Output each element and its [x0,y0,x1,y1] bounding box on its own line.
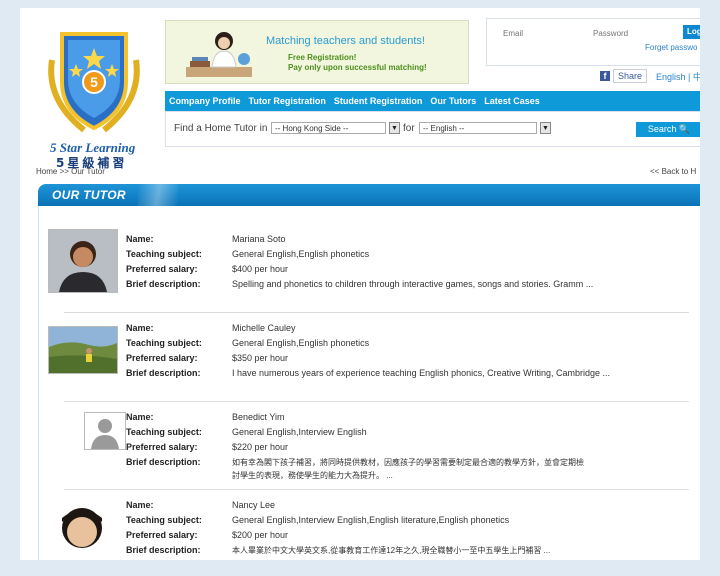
nav-our-tutors[interactable]: Our Tutors [426,96,480,106]
subject-dropdown-arrow-icon[interactable]: ▼ [540,122,551,134]
nav-student-registration[interactable]: Student Registration [330,96,427,106]
banner-pay-upon-matching: Pay only upon successful matching! [288,63,427,72]
subject-label: Teaching subject: [126,338,202,348]
name-label: Name: [126,412,154,422]
search-button[interactable]: Search 🔍 [636,122,700,137]
name-label: Name: [126,323,154,333]
language-switch[interactable]: English | 中 [656,70,700,83]
region-dropdown-arrow-icon[interactable]: ▼ [389,122,400,134]
tutor-salary: $200 per hour [232,530,289,540]
main-navigation: Company Profile Tutor Registration Stude… [165,91,700,111]
tutor-description: I have numerous years of experience teac… [232,368,611,378]
student-illustration-icon [186,32,252,77]
description-label: Brief description: [126,457,201,467]
login-box: Log Forget passwo [486,18,700,66]
section-header: OUR TUTOR [38,184,700,206]
row-divider [64,489,689,490]
search-icon: 🔍 [678,124,691,134]
description-label: Brief description: [126,545,201,555]
salary-label: Preferred salary: [126,530,198,540]
section-title: OUR TUTOR [52,188,126,202]
tutor-photo[interactable] [48,500,116,560]
back-link[interactable]: << Back to H [650,167,696,176]
tutor-name[interactable]: Benedict Yim [232,412,285,422]
tutor-name[interactable]: Nancy Lee [232,500,275,510]
tutor-description: 本人畢業於中文大學英文系,從事教育工作達12年之久,現全職替小一至中五學生上門補… [232,546,551,555]
search-for-label: for [403,123,415,134]
nav-tutor-registration[interactable]: Tutor Registration [245,96,330,106]
tutor-photo-placeholder[interactable] [84,412,126,450]
tutor-description: 如有幸為閣下孩子補習，將同時提供教材，因應孩子的學習需要制定最合適的教學方針，並… [232,458,584,467]
breadcrumb[interactable]: Home >> Our Tutor [36,167,105,176]
tutor-description-line2: 討學生的表現，務使學生的能力大為提升。 ... [232,471,393,480]
description-label: Brief description: [126,279,201,289]
default-avatar-icon [85,413,125,449]
subject-label: Teaching subject: [126,427,202,437]
search-button-label: Search [647,124,677,134]
tutor-salary: $350 per hour [232,353,289,363]
promo-banner[interactable]: Matching teachers and students! Free Reg… [165,20,469,84]
shield-logo-icon: 5 [48,32,140,133]
row-divider [64,401,689,402]
facebook-icon: f [600,71,610,81]
tutor-name[interactable]: Michelle Cauley [232,323,296,333]
banner-title: Matching teachers and students! [266,35,425,47]
tutor-name[interactable]: Mariana Soto [232,234,286,244]
description-label: Brief description: [126,368,201,378]
site-logo[interactable]: 5 5 Star Learning 5星級補習 [34,16,144,170]
subject-label: Teaching subject: [126,249,202,259]
nav-company-profile[interactable]: Company Profile [165,96,245,106]
tutor-salary: $220 per hour [232,442,289,452]
facebook-share[interactable]: f Share [600,69,648,83]
tutor-subject: General English,Interview English [232,427,367,437]
logo-badge-text: 5 [90,74,98,90]
salary-label: Preferred salary: [126,442,198,452]
tutor-salary: $400 per hour [232,264,289,274]
salary-label: Preferred salary: [126,264,198,274]
email-input[interactable] [503,27,583,39]
share-label: Share [613,69,648,83]
tutor-photo[interactable] [48,326,118,374]
salary-label: Preferred salary: [126,353,198,363]
row-divider [64,312,689,313]
nav-latest-cases[interactable]: Latest Cases [480,96,544,106]
page-frame: 5 5 Star Learning 5星級補習 Matching teacher… [20,8,700,560]
forgot-password-link[interactable]: Forget passwo [645,43,697,52]
password-input[interactable] [593,27,669,39]
tutor-photo[interactable] [48,229,118,293]
subject-select[interactable]: -- English -- [419,122,537,134]
tutor-subject: General English,Interview English,Englis… [232,515,510,525]
subject-label: Teaching subject: [126,515,202,525]
tutor-subject: General English,English phonetics [232,249,370,259]
tutor-subject: General English,English phonetics [232,338,370,348]
login-button[interactable]: Log [683,25,700,39]
name-label: Name: [126,234,154,244]
region-select[interactable]: -- Hong Kong Side -- [271,122,386,134]
tutor-description: Spelling and phonetics to children throu… [232,279,594,289]
name-label: Name: [126,500,154,510]
banner-free-registration: Free Registration! [288,53,357,62]
tutor-search-bar: Find a Home Tutor in -- Hong Kong Side -… [165,111,700,147]
search-prompt: Find a Home Tutor in [174,123,268,134]
